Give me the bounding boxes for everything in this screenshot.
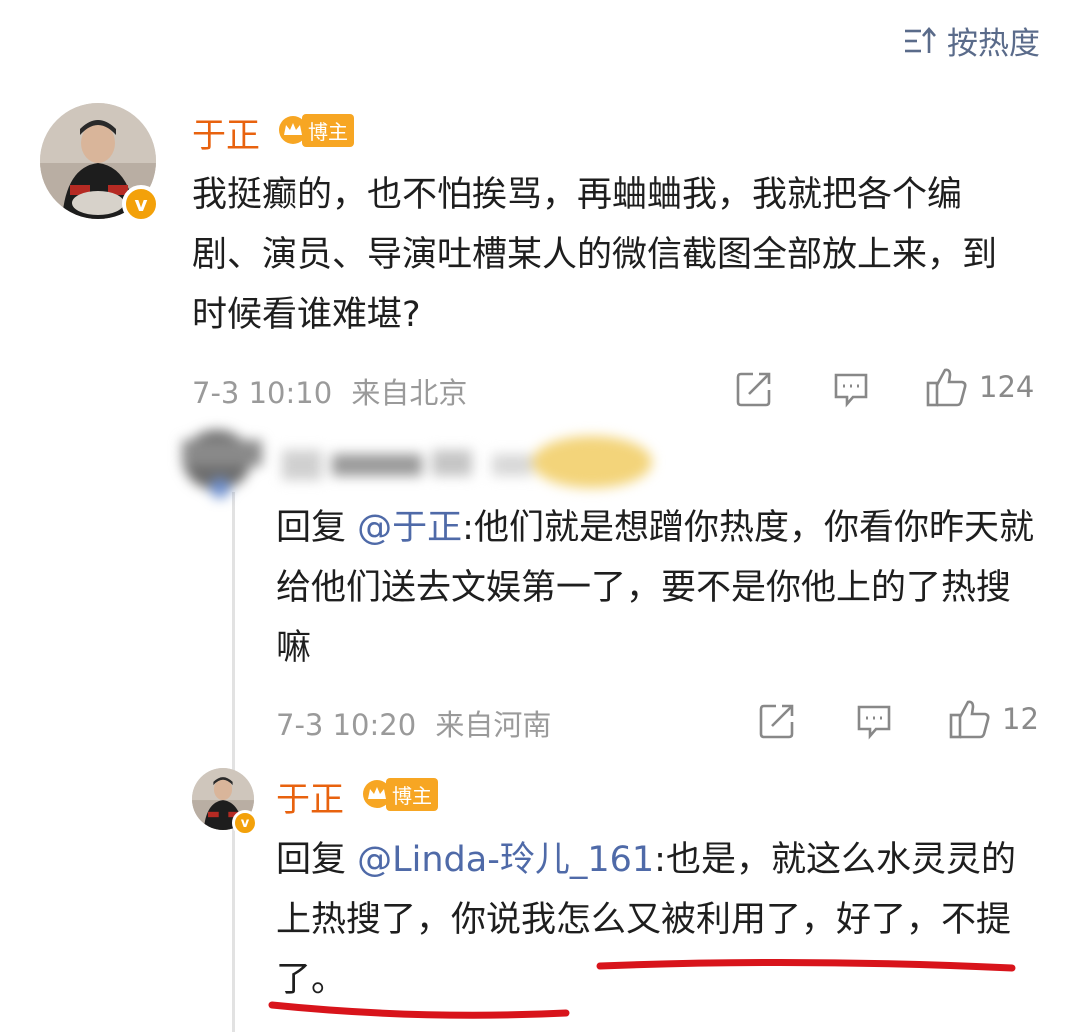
- red-underline-annotation: [268, 958, 1016, 1019]
